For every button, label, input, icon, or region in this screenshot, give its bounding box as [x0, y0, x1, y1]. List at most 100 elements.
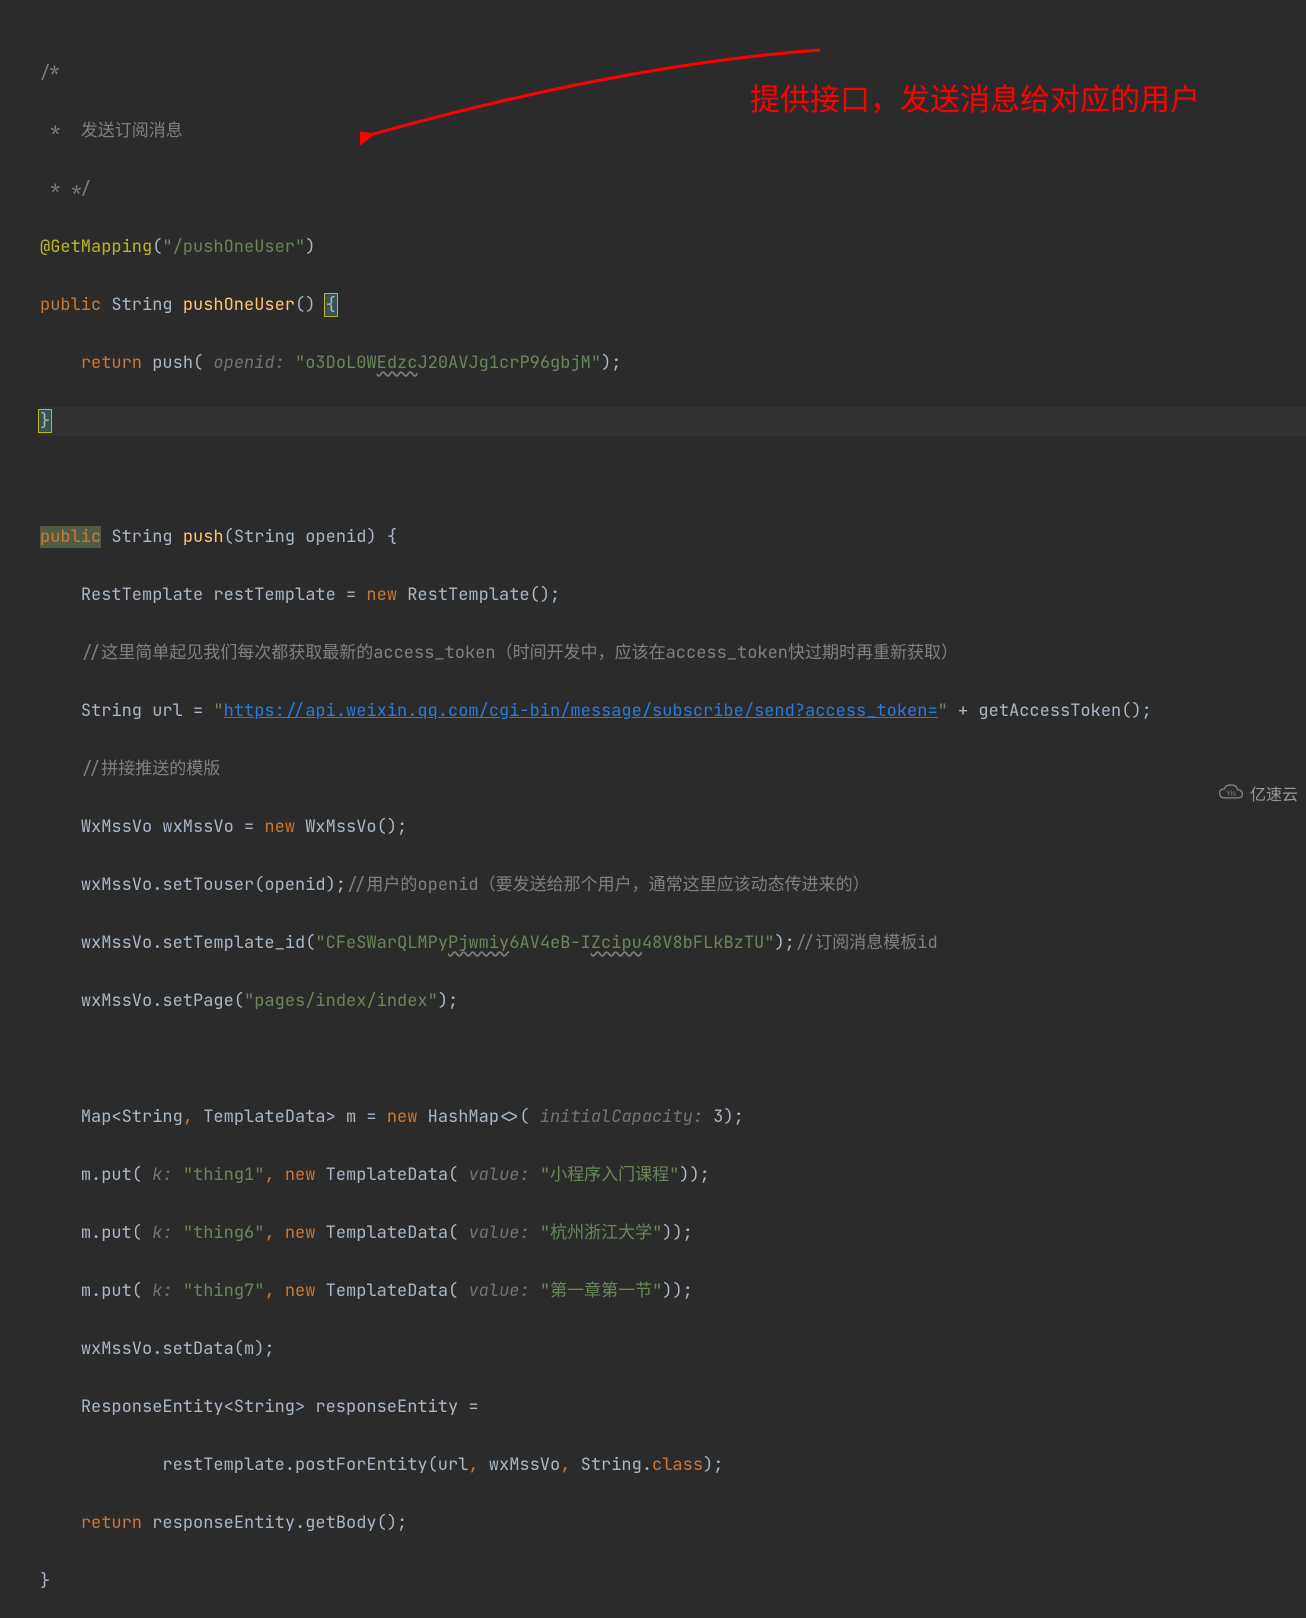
comment: //这里简单起见我们每次都获取最新的access_token（时间开发中，应该在…: [81, 642, 958, 664]
keyword: public: [40, 526, 101, 548]
param-hint: value:: [458, 1280, 540, 1302]
watermark-text: 亿速云: [1250, 781, 1298, 805]
code-text: ): [305, 236, 315, 258]
code-text: (): [295, 294, 326, 316]
url-link[interactable]: https://api.weixin.qq.com/cgi-bin/messag…: [224, 700, 938, 722]
keyword: ,: [264, 1280, 284, 1302]
keyword: ,: [264, 1164, 284, 1186]
code-text: TemplateData(: [315, 1280, 458, 1302]
code-text: ResponseEntity<String> responseEntity =: [81, 1396, 479, 1418]
code-text: wxMssVo.setData(m);: [81, 1338, 275, 1360]
code-text: );: [438, 990, 458, 1012]
code-text: wxMssVo: [479, 1454, 561, 1476]
param-hint: k:: [142, 1222, 183, 1244]
code-text: wxMssVo.setTemplate_id(: [81, 932, 316, 954]
string: "/pushOneUser": [162, 236, 305, 258]
code-text: Map<String: [81, 1106, 183, 1128]
code-text: );: [703, 1454, 723, 1476]
keyword: new: [285, 1280, 316, 1302]
keyword: new: [264, 816, 295, 838]
keyword: return: [81, 1512, 142, 1534]
code-text: restTemplate.postForEntity(url: [162, 1454, 468, 1476]
code-text: wxMssVo.setPage(: [81, 990, 244, 1012]
keyword: public: [40, 294, 101, 316]
code-text: );: [723, 1106, 743, 1128]
string: J20AVJg1crP96gbjM": [417, 352, 601, 374]
string: "第一章第一节": [540, 1280, 662, 1302]
code-text: RestTemplate();: [397, 584, 560, 606]
string: "o3DoL0W: [295, 352, 377, 374]
keyword: return: [81, 352, 142, 374]
code-text: );: [601, 352, 621, 374]
code-text: m.put(: [81, 1280, 142, 1302]
code-text: );: [774, 932, 794, 954]
code-text: String url =: [81, 700, 214, 722]
comment: /*: [40, 62, 60, 84]
keyword: ,: [183, 1106, 193, 1128]
code-text: 3: [713, 1106, 723, 1128]
code-text: m.put(: [81, 1222, 142, 1244]
comment: * 发送订阅消息: [40, 120, 183, 142]
code-text: TemplateData> m =: [193, 1106, 387, 1128]
code-text: wxMssVo.setTouser(openid);: [81, 874, 346, 896]
brace: }: [38, 409, 52, 433]
keyword: new: [366, 584, 397, 606]
code-text: ));: [662, 1280, 693, 1302]
param-hint: openid:: [203, 352, 295, 374]
code-text: RestTemplate restTemplate =: [81, 584, 367, 606]
string: 48V8bFLkBzTU": [642, 932, 775, 954]
annotation-label: 提供接口，发送消息给对应的用户: [750, 75, 1200, 119]
param-hint: value:: [458, 1164, 540, 1186]
string: ": [213, 700, 223, 722]
code-text: m.put(: [81, 1164, 142, 1186]
code-text: ));: [679, 1164, 710, 1186]
keyword: ,: [560, 1454, 570, 1476]
keyword: new: [285, 1164, 316, 1186]
string: Zcipu: [591, 932, 642, 954]
code-text: String.: [570, 1454, 652, 1476]
string: ": [938, 700, 948, 722]
param-hint: value:: [458, 1222, 540, 1244]
keyword: new: [387, 1106, 418, 1128]
code-text: push(: [142, 352, 203, 374]
code-text: TemplateData(: [315, 1164, 458, 1186]
watermark: Yis 亿速云: [1218, 781, 1298, 805]
svg-text:Yis: Yis: [1226, 788, 1236, 797]
code-text: TemplateData(: [315, 1222, 458, 1244]
code-text: String: [101, 294, 183, 316]
string: "小程序入门课程": [540, 1164, 679, 1186]
string: "thing1": [183, 1164, 265, 1186]
comment: //用户的openid（要发送给那个用户，通常这里应该动态传进来的）: [346, 874, 870, 896]
method: push: [183, 526, 224, 548]
code-text: HashMap<>(: [417, 1106, 529, 1128]
string: Edzc: [377, 352, 418, 374]
annotation: @GetMapping: [40, 236, 152, 258]
string: "CFeSWarQLMPy: [315, 932, 448, 954]
comment: * */: [40, 178, 91, 200]
code-text: (String openid) {: [224, 526, 397, 548]
keyword: new: [285, 1222, 316, 1244]
keyword: class: [652, 1454, 703, 1476]
code-text: WxMssVo wxMssVo =: [81, 816, 265, 838]
code-text: ));: [662, 1222, 693, 1244]
string: "杭州浙江大学": [540, 1222, 662, 1244]
brace: {: [324, 293, 338, 317]
string: "pages/index/index": [244, 990, 438, 1012]
string: 6AV4eB-I: [509, 932, 591, 954]
keyword: ,: [264, 1222, 284, 1244]
code-text: responseEntity.getBody();: [142, 1512, 407, 1534]
string: "thing6": [183, 1222, 265, 1244]
string: "thing7": [183, 1280, 265, 1302]
keyword: ,: [468, 1454, 478, 1476]
param-hint: k:: [142, 1280, 183, 1302]
code-editor[interactable]: /* * 发送订阅消息 * */ @GetMapping("/pushOneUs…: [0, 0, 1306, 1618]
string: Pjwmiy: [448, 932, 509, 954]
param-hint: initialCapacity:: [530, 1106, 714, 1128]
code-text: String: [101, 526, 183, 548]
comment: //拼接推送的模版: [81, 758, 220, 780]
code-text: WxMssVo();: [295, 816, 407, 838]
code-text: (: [152, 236, 162, 258]
brace: }: [40, 1570, 50, 1592]
cloud-icon: Yis: [1218, 783, 1244, 803]
method: pushOneUser: [183, 294, 295, 316]
